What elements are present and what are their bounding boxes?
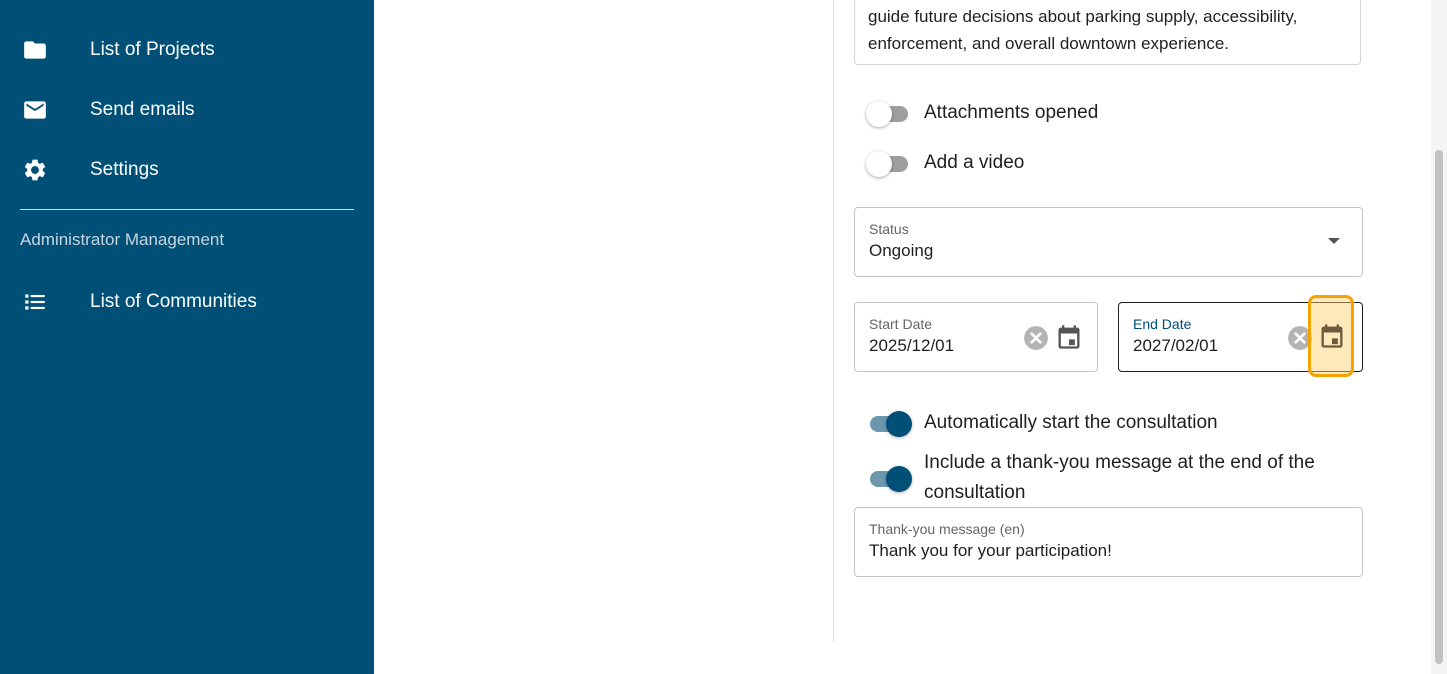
description-field[interactable]: guide future decisions about parking sup… (854, 0, 1361, 65)
sidebar-item-label: List of Projects (90, 39, 215, 60)
start-date-value: 2025/12/01 (869, 336, 955, 355)
clear-icon[interactable] (1023, 325, 1049, 351)
status-value: Ongoing (869, 241, 934, 260)
status-label: Status (869, 221, 909, 237)
thank-you-message-label: Thank-you message (en) (869, 521, 1025, 537)
end-date-label: End Date (1133, 316, 1192, 332)
section-label-administrator-management: Administrator Management (20, 230, 225, 249)
sidebar-item-send-emails[interactable]: Send emails (0, 86, 374, 134)
sidebar-divider (20, 209, 354, 210)
auto-start-toggle[interactable] (866, 408, 912, 438)
add-video-label: Add a video (924, 152, 1025, 173)
end-date-value: 2027/02/01 (1133, 336, 1219, 355)
sidebar-item-label: Send emails (90, 99, 195, 120)
sidebar-item-label: List of Communities (90, 291, 257, 312)
sidebar: List of Projects Send emails Settings Ad… (0, 0, 374, 674)
toggle-thumb (866, 151, 892, 177)
toggle-thumb (886, 466, 912, 492)
sidebar-item-list-of-projects[interactable]: List of Projects (0, 26, 374, 74)
description-text: guide future decisions about parking sup… (868, 7, 1298, 53)
attachments-opened-toggle[interactable] (866, 98, 912, 128)
partial-icon (22, 0, 48, 2)
column-divider (833, 0, 834, 642)
thank-you-toggle[interactable] (866, 463, 912, 493)
start-date-label: Start Date (869, 316, 933, 332)
add-video-toggle[interactable] (866, 148, 912, 178)
start-date-field[interactable]: Start Date 2025/12/01 (854, 302, 1098, 372)
thank-you-message-field[interactable]: Thank-you message (en) Thank you for you… (854, 507, 1363, 577)
calendar-button-highlight[interactable] (1308, 295, 1354, 377)
auto-start-label: Automatically start the consultation (924, 412, 1218, 433)
sidebar-item-list-of-communities[interactable]: List of Communities (0, 278, 374, 326)
folder-icon (24, 41, 46, 59)
caret-down-icon (1328, 238, 1340, 244)
scrollbar[interactable] (1431, 0, 1447, 674)
toggle-thumb (866, 101, 892, 127)
mail-icon (24, 101, 46, 119)
gear-icon (24, 159, 46, 181)
sidebar-item-label: Settings (90, 159, 159, 180)
status-select[interactable]: Status Ongoing (854, 207, 1363, 277)
calendar-icon[interactable] (1318, 322, 1346, 350)
sidebar-item-settings[interactable]: Settings (0, 146, 374, 194)
scrollbar-thumb[interactable] (1435, 150, 1443, 664)
calendar-icon[interactable] (1055, 323, 1083, 351)
attachments-opened-label: Attachments opened (924, 102, 1099, 123)
list-icon (25, 294, 45, 310)
toggle-thumb (886, 411, 912, 437)
thank-you-message-value: Thank you for your participation! (869, 541, 1112, 560)
thank-you-label: Include a thank-you message at the end o… (924, 452, 1315, 503)
